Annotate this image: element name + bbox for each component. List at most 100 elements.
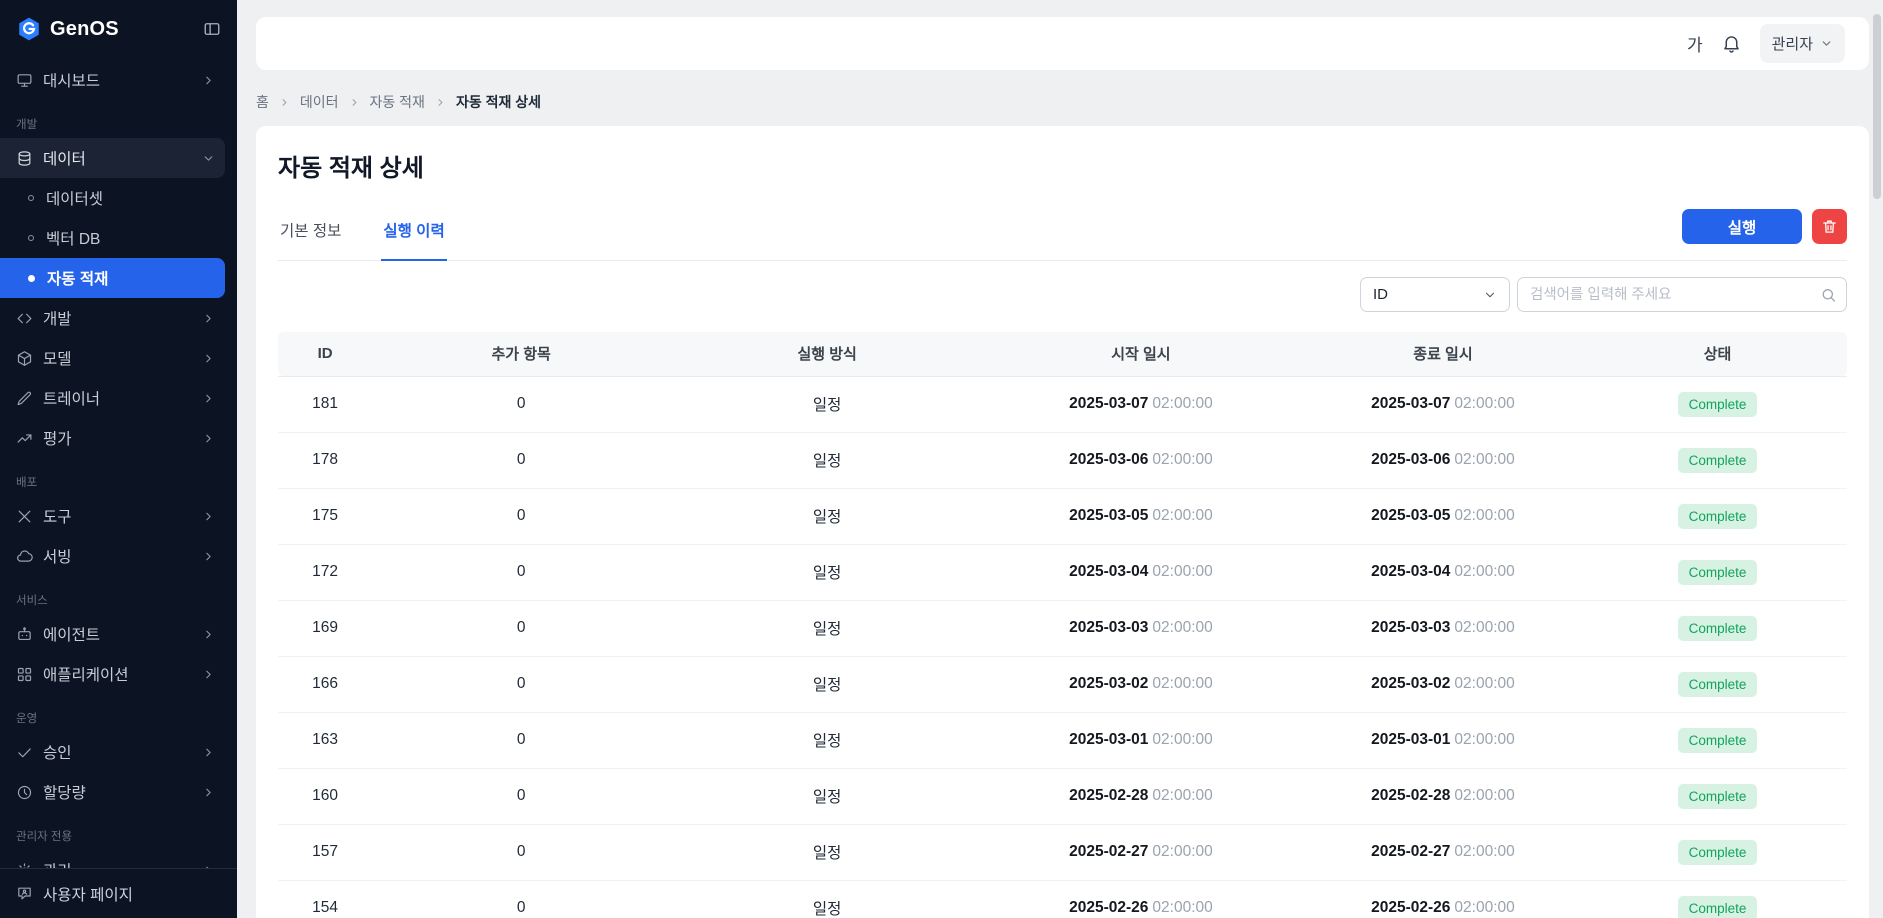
column-header: 실행 방식: [670, 332, 984, 376]
select-value: ID: [1373, 286, 1388, 303]
topbar: 가 관리자: [256, 17, 1869, 70]
cell-status: Complete: [1588, 432, 1847, 488]
status-badge: Complete: [1678, 504, 1758, 529]
chevron-right-icon: [202, 432, 215, 445]
chevron-right-icon: [202, 668, 215, 681]
sidebar-item-label: 개발: [43, 307, 72, 329]
trash-icon: [1821, 218, 1838, 235]
font-size-button[interactable]: 가: [1687, 31, 1703, 56]
app-root: GenOS 대시보드개발데이터데이터셋벡터 DB자동 적재개발모델트레이너평가배…: [0, 0, 1883, 918]
chevron-right-icon: [202, 312, 215, 325]
sidebar: GenOS 대시보드개발데이터데이터셋벡터 DB자동 적재개발모델트레이너평가배…: [0, 0, 237, 918]
sidebar-item-vector-db[interactable]: 벡터 DB: [0, 218, 225, 258]
table-row[interactable]: 1600일정2025-02-2802:00:002025-02-2802:00:…: [278, 768, 1847, 824]
table-row[interactable]: 1720일정2025-03-0402:00:002025-03-0402:00:…: [278, 544, 1847, 600]
cell-run-method: 일정: [670, 600, 984, 656]
sidebar-item-data[interactable]: 데이터: [0, 138, 225, 178]
breadcrumb: 홈 데이터 자동 적재 자동 적재 상세: [256, 92, 1883, 112]
sidebar-item-label: 도구: [43, 505, 72, 527]
cell-end-datetime: 2025-03-0102:00:00: [1298, 712, 1588, 768]
cell-added-items: 0: [372, 376, 670, 432]
cell-run-method: 일정: [670, 656, 984, 712]
cell-added-items: 0: [372, 488, 670, 544]
breadcrumb-item[interactable]: 데이터: [300, 92, 339, 112]
sidebar-item-user-page[interactable]: 사용자 페이지: [0, 868, 237, 918]
status-badge: Complete: [1678, 784, 1758, 809]
sidebar-subitem-label: 데이터셋: [46, 187, 103, 209]
cell-status: Complete: [1588, 488, 1847, 544]
sidebar-item-dataset[interactable]: 데이터셋: [0, 178, 225, 218]
cell-end-datetime: 2025-03-0602:00:00: [1298, 432, 1588, 488]
cell-status: Complete: [1588, 544, 1847, 600]
page-scrollbar[interactable]: [1873, 14, 1881, 904]
sidebar-item-approval[interactable]: 승인: [0, 732, 225, 772]
cell-start-datetime: 2025-02-2702:00:00: [984, 824, 1298, 880]
sidebar-item-evaluation[interactable]: 평가: [0, 418, 225, 458]
cell-end-datetime: 2025-03-0502:00:00: [1298, 488, 1588, 544]
status-badge: Complete: [1678, 616, 1758, 641]
sidebar-item-serving[interactable]: 서빙: [0, 536, 225, 576]
evaluation-icon: [16, 430, 33, 447]
breadcrumb-item[interactable]: 자동 적재: [370, 92, 425, 112]
cell-start-datetime: 2025-02-2602:00:00: [984, 880, 1298, 918]
sidebar-item-quota[interactable]: 할당량: [0, 772, 225, 812]
cell-run-method: 일정: [670, 544, 984, 600]
table-row[interactable]: 1570일정2025-02-2702:00:002025-02-2702:00:…: [278, 824, 1847, 880]
breadcrumb-item: 자동 적재 상세: [456, 92, 541, 112]
search-input[interactable]: [1517, 277, 1847, 312]
notifications-button[interactable]: [1721, 33, 1742, 54]
cell-start-datetime: 2025-03-0102:00:00: [984, 712, 1298, 768]
database-icon: [16, 150, 33, 167]
chevron-right-icon: [202, 746, 215, 759]
breadcrumb-item[interactable]: 홈: [256, 92, 269, 112]
cell-id: 160: [278, 768, 372, 824]
user-menu-button[interactable]: 관리자: [1760, 24, 1845, 63]
cell-start-datetime: 2025-03-0302:00:00: [984, 600, 1298, 656]
chevron-right-icon: [202, 786, 215, 799]
sidebar-collapse-button[interactable]: [203, 20, 221, 38]
sidebar-item-auto-load[interactable]: 자동 적재: [0, 258, 225, 298]
model-icon: [16, 350, 33, 367]
delete-button[interactable]: [1812, 209, 1847, 244]
table-row[interactable]: 1780일정2025-03-0602:00:002025-03-0602:00:…: [278, 432, 1847, 488]
sidebar-item-tools[interactable]: 도구: [0, 496, 225, 536]
cell-added-items: 0: [372, 768, 670, 824]
status-badge: Complete: [1678, 840, 1758, 865]
filter-row: ID: [278, 277, 1847, 312]
scrollbar-thumb[interactable]: [1873, 14, 1881, 199]
app-logo[interactable]: GenOS: [16, 16, 119, 42]
sidebar-item-develop[interactable]: 개발: [0, 298, 225, 338]
search-icon: [1820, 286, 1837, 303]
tab-run-history[interactable]: 실행 이력: [381, 215, 446, 261]
sidebar-item-trainer[interactable]: 트레이너: [0, 378, 225, 418]
cell-added-items: 0: [372, 880, 670, 918]
cell-added-items: 0: [372, 600, 670, 656]
cell-id: 163: [278, 712, 372, 768]
cell-end-datetime: 2025-02-2702:00:00: [1298, 824, 1588, 880]
cell-run-method: 일정: [670, 376, 984, 432]
cell-id: 157: [278, 824, 372, 880]
search-field-select[interactable]: ID: [1360, 277, 1510, 312]
cell-status: Complete: [1588, 376, 1847, 432]
sidebar-item-model[interactable]: 모델: [0, 338, 225, 378]
sidebar-item-label: 데이터: [43, 147, 86, 169]
sidebar-item-application[interactable]: 애플리케이션: [0, 654, 225, 694]
cell-start-datetime: 2025-03-0702:00:00: [984, 376, 1298, 432]
chevron-right-icon: [202, 352, 215, 365]
sidebar-item-label: 서빙: [43, 545, 72, 567]
sidebar-item-admin[interactable]: 관리: [0, 850, 225, 868]
cell-added-items: 0: [372, 656, 670, 712]
sidebar-item-dashboard[interactable]: 대시보드: [0, 60, 225, 100]
chevron-right-icon: [202, 550, 215, 563]
sidebar-item-label: 대시보드: [43, 69, 100, 91]
sidebar-item-agent[interactable]: 에이전트: [0, 614, 225, 654]
table-row[interactable]: 1750일정2025-03-0502:00:002025-03-0502:00:…: [278, 488, 1847, 544]
table-row[interactable]: 1630일정2025-03-0102:00:002025-03-0102:00:…: [278, 712, 1847, 768]
table-row[interactable]: 1660일정2025-03-0202:00:002025-03-0202:00:…: [278, 656, 1847, 712]
page-title: 자동 적재 상세: [278, 148, 1847, 183]
run-button[interactable]: 실행: [1682, 209, 1802, 244]
table-row[interactable]: 1540일정2025-02-2602:00:002025-02-2602:00:…: [278, 880, 1847, 918]
table-row[interactable]: 1690일정2025-03-0302:00:002025-03-0302:00:…: [278, 600, 1847, 656]
table-row[interactable]: 1810일정2025-03-0702:00:002025-03-0702:00:…: [278, 376, 1847, 432]
tab-basic-info[interactable]: 기본 정보: [278, 215, 343, 261]
